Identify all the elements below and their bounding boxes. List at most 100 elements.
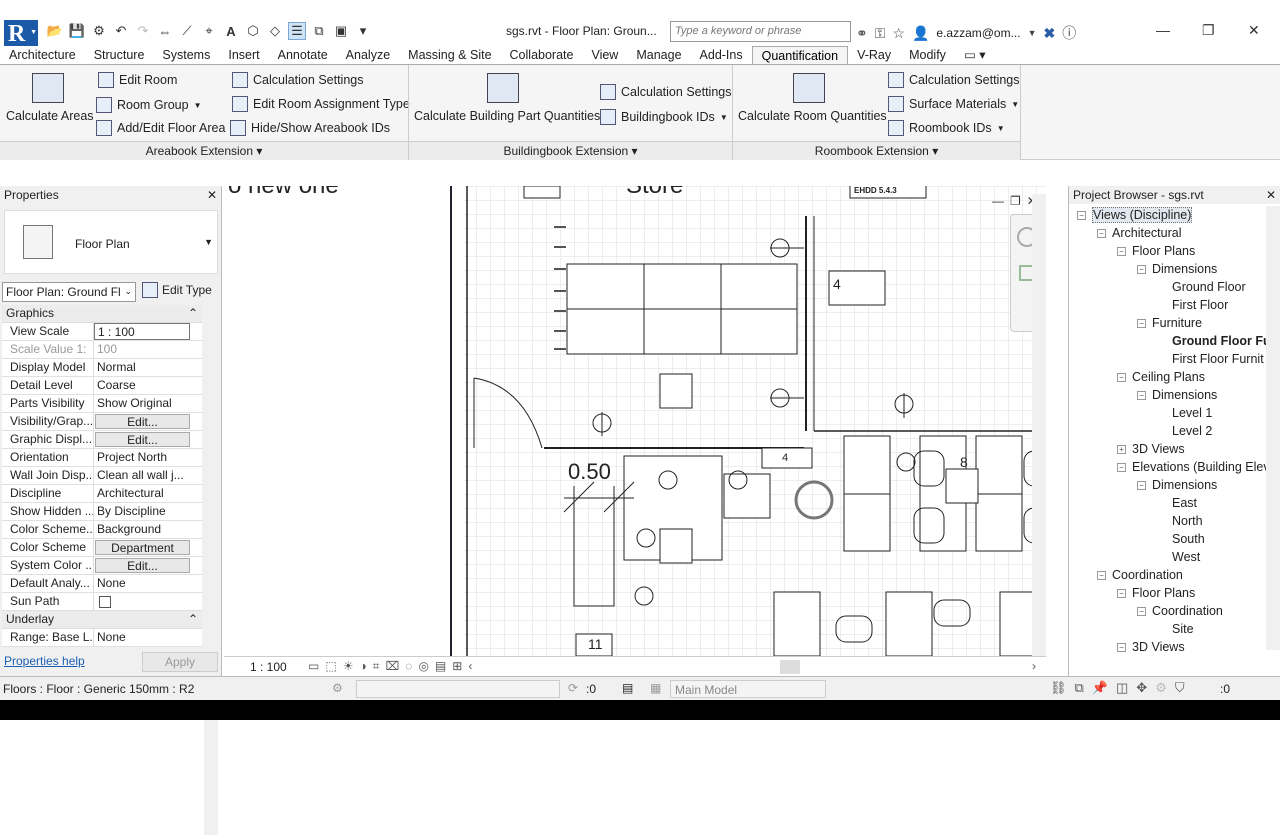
dimension-label[interactable]: 0.50: [568, 459, 611, 485]
select-links-icon[interactable]: ⛓: [1050, 680, 1067, 696]
save-icon[interactable]: 💾: [68, 22, 86, 40]
user-dropdown-icon[interactable]: ▼: [1028, 28, 1037, 38]
add-edit-floor-area-button[interactable]: Add/Edit Floor Area: [96, 120, 225, 136]
collapse-icon[interactable]: −: [1097, 229, 1106, 239]
browser-item[interactable]: +3D Views: [1069, 440, 1265, 458]
property-edit-button[interactable]: Edit...: [95, 432, 190, 447]
property-edit-button[interactable]: Edit...: [95, 414, 190, 429]
canvas-vertical-scrollbar[interactable]: [1032, 194, 1046, 656]
property-value[interactable]: Normal: [94, 359, 202, 376]
browser-item[interactable]: − Coordination: [1069, 566, 1265, 584]
tab-analyze[interactable]: Analyze: [337, 46, 399, 64]
select-pinned-icon[interactable]: 📌: [1092, 680, 1108, 696]
user-icon[interactable]: 👤: [912, 25, 929, 42]
instance-selector[interactable]: Floor Plan: Ground Fl ⌄: [2, 282, 136, 302]
redo-icon[interactable]: ↷: [134, 22, 152, 40]
properties-scrollbar[interactable]: [204, 305, 218, 835]
app-menu-button[interactable]: R ▼: [4, 20, 38, 48]
property-value[interactable]: Project North: [94, 449, 202, 466]
property-edit-button[interactable]: Department: [95, 540, 190, 555]
browser-item[interactable]: South: [1069, 530, 1265, 548]
browser-item[interactable]: −3D Views: [1069, 638, 1265, 656]
collapse-icon[interactable]: −: [1117, 247, 1126, 257]
canvas-text-note[interactable]: o new one: [228, 186, 339, 200]
property-value[interactable]: Show Original: [94, 395, 202, 412]
browser-item[interactable]: − Floor Plans: [1069, 584, 1265, 602]
workset-selector[interactable]: [356, 680, 560, 698]
browser-item[interactable]: Level 1: [1069, 404, 1265, 422]
text-icon[interactable]: A: [222, 22, 240, 40]
temporary-hide-icon[interactable]: ◌: [405, 659, 412, 674]
collapse-icon[interactable]: −: [1117, 373, 1126, 383]
calc-room-quantities-button[interactable]: Calculate Room Quantities: [738, 73, 887, 123]
select-underlay-icon[interactable]: ⧉: [1075, 680, 1084, 696]
tab-quantification[interactable]: Quantification: [751, 46, 849, 64]
room-group-button[interactable]: Room Group ▼: [96, 97, 201, 113]
3d-view-icon[interactable]: ⬡: [244, 22, 262, 40]
room-tag[interactable]: 8: [960, 454, 968, 470]
buildingbook-calc-settings-button[interactable]: Calculation Settings: [600, 84, 731, 100]
collapse-icon[interactable]: ⌃: [188, 306, 198, 321]
design-option-selector[interactable]: Main Model: [670, 680, 826, 698]
chevron-down-icon[interactable]: ▼: [204, 237, 213, 247]
tab-add-ins[interactable]: Add-Ins: [691, 46, 752, 64]
user-name[interactable]: e.azzam@om...: [936, 26, 1020, 40]
buildingbook-ids-button[interactable]: Buildingbook IDs ▼: [600, 109, 728, 125]
roombook-calc-settings-button[interactable]: Calculation Settings: [888, 72, 1019, 88]
collapse-icon[interactable]: −: [1137, 319, 1146, 329]
browser-item[interactable]: Level 2: [1069, 422, 1265, 440]
browser-item[interactable]: − Coordination: [1069, 602, 1265, 620]
type-selector[interactable]: Floor Plan ▼: [4, 210, 218, 274]
tab-collaborate[interactable]: Collaborate: [501, 46, 583, 64]
tab-architecture[interactable]: Architecture: [0, 46, 85, 64]
restore-view-icon[interactable]: ❐: [1010, 194, 1021, 208]
browser-item[interactable]: − Furniture: [1069, 314, 1265, 332]
tab-modify[interactable]: Modify: [900, 46, 955, 64]
element-tag[interactable]: EHDD 5.4.3: [854, 186, 897, 195]
reveal-hidden-icon[interactable]: ◎: [418, 659, 428, 674]
collapse-icon[interactable]: −: [1117, 643, 1126, 653]
property-section[interactable]: Graphics ⌃: [2, 305, 202, 323]
close-icon[interactable]: ✕: [1266, 188, 1276, 202]
edit-room-assignment-button[interactable]: Edit Room Assignment Type: [232, 96, 410, 112]
ribbon-toggle-icon[interactable]: ▭ ▾: [955, 46, 995, 64]
help-icon[interactable]: ⓘ: [1062, 23, 1076, 43]
property-value[interactable]: Clean all wall j...: [94, 467, 202, 484]
sun-path-checkbox[interactable]: [99, 596, 111, 608]
browser-item[interactable]: First Floor Furnit: [1069, 350, 1265, 368]
restore-icon[interactable]: ❐: [1202, 22, 1215, 39]
browser-item[interactable]: East: [1069, 494, 1265, 512]
sun-path-icon[interactable]: ☀: [343, 659, 354, 674]
surface-materials-button[interactable]: Surface Materials ▼: [888, 96, 1019, 112]
expand-icon[interactable]: +: [1117, 445, 1126, 455]
select-by-face-icon[interactable]: ◫: [1116, 680, 1128, 696]
collapse-icon[interactable]: −: [1137, 607, 1146, 617]
drawing-canvas[interactable]: o new one Store 0.50 4 8 4 EHDD 5.4.3 11…: [224, 186, 1046, 656]
analytical-model-icon[interactable]: ▤: [435, 659, 446, 674]
view-scale[interactable]: 1 : 100: [250, 660, 287, 674]
tag-icon[interactable]: ⌖: [200, 22, 218, 40]
collapse-icon[interactable]: −: [1117, 463, 1126, 473]
show-crop-icon[interactable]: ⌧: [385, 659, 399, 674]
horizontal-scroll-thumb[interactable]: [780, 660, 800, 674]
section-icon[interactable]: ◇: [266, 22, 284, 40]
worksharing-icon[interactable]: ⚙: [332, 681, 343, 695]
editable-icon[interactable]: ⟳: [568, 681, 578, 695]
exclude-options-icon[interactable]: ▦: [650, 681, 661, 695]
properties-help-link[interactable]: Properties help: [4, 654, 85, 668]
collapse-icon[interactable]: −: [1137, 265, 1146, 275]
areabook-panel-title[interactable]: Areabook Extension ▾: [0, 141, 408, 160]
apply-button[interactable]: Apply: [142, 652, 218, 672]
highlight-icon[interactable]: ⊞: [452, 659, 462, 674]
tab-view[interactable]: View: [582, 46, 627, 64]
visual-style-icon[interactable]: ⬚: [325, 659, 336, 674]
browser-item[interactable]: − Dimensions: [1069, 476, 1265, 494]
collapse-icon[interactable]: −: [1097, 571, 1106, 581]
edit-room-button[interactable]: Edit Room: [98, 72, 177, 88]
areabook-calc-settings-button[interactable]: Calculation Settings: [232, 72, 363, 88]
open-icon[interactable]: 📂: [46, 22, 64, 40]
favorites-icon[interactable]: ☆: [892, 25, 905, 42]
browser-item[interactable]: − Dimensions: [1069, 386, 1265, 404]
search-input[interactable]: Type a keyword or phrase: [670, 21, 851, 42]
browser-scrollbar[interactable]: [1266, 206, 1280, 650]
